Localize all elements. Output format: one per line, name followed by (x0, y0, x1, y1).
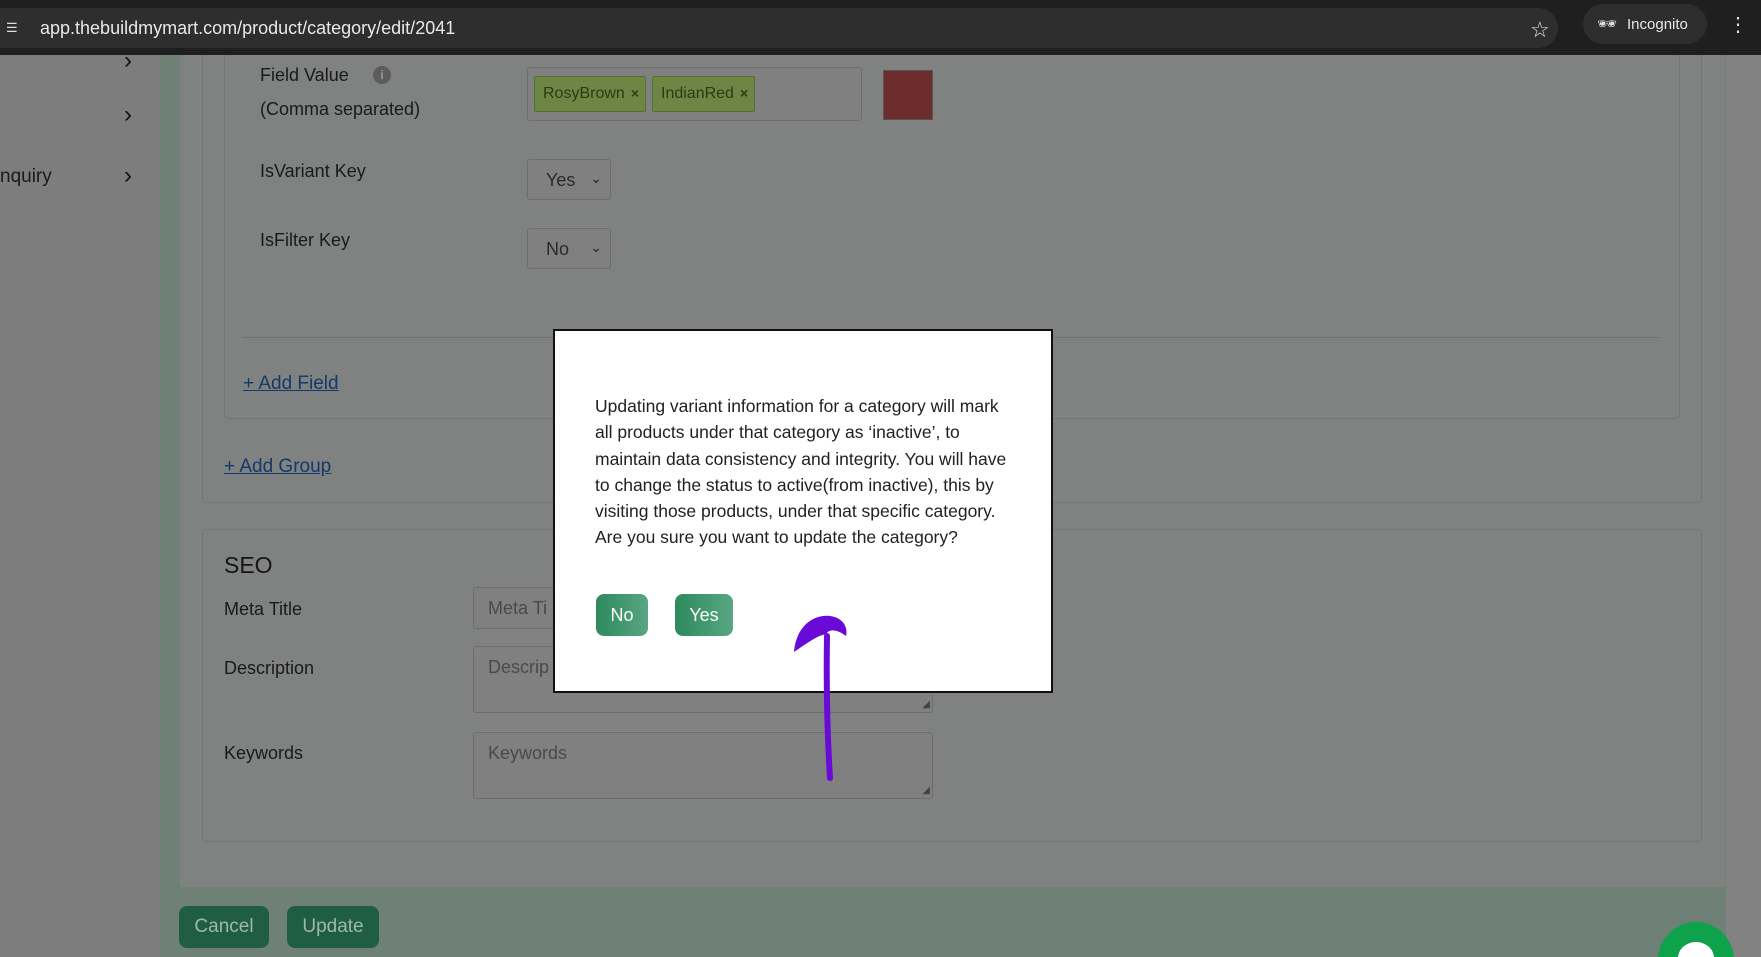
chevron-right-icon: › (124, 162, 132, 189)
color-swatch[interactable] (883, 70, 933, 120)
incognito-label: Incognito (1627, 16, 1688, 33)
tag-label: RosyBrown (543, 85, 625, 102)
page-scroll-strip (1726, 55, 1761, 957)
site-settings-icon[interactable]: ☰ (6, 21, 24, 35)
incognito-indicator[interactable]: 🕶 Incognito (1583, 4, 1707, 44)
description-placeholder: Descrip (488, 657, 550, 677)
annotation-arrow-head (794, 615, 847, 652)
is-filter-key-select[interactable]: No ⌄ (527, 228, 611, 269)
url-text[interactable]: app.thebuildmymart.com/product/category/… (40, 18, 455, 39)
dialog-no-button[interactable]: No (596, 594, 648, 636)
keywords-label: Keywords (224, 743, 304, 763)
is-variant-key-label: IsVariant Key (260, 161, 366, 181)
sidebar: › › nquiry › (0, 47, 160, 957)
is-variant-key-select[interactable]: Yes ⌄ (527, 159, 611, 200)
chevron-down-icon: ⌄ (590, 170, 602, 186)
resize-grip-icon[interactable]: ◢ (922, 785, 930, 796)
info-icon[interactable]: i (373, 66, 391, 84)
select-value: No (546, 239, 570, 259)
update-button[interactable]: Update (287, 906, 379, 948)
field-value-hint: (Comma separated) (260, 99, 421, 119)
keywords-placeholder: Keywords (488, 743, 568, 763)
keywords-textarea[interactable]: Keywords ◢ (473, 732, 933, 799)
field-value-tag-input[interactable]: RosyBrown × IndianRed × (527, 67, 862, 121)
browser-toolbar: ☰ app.thebuildmymart.com/product/categor… (0, 0, 1761, 55)
chevron-down-icon: ⌄ (590, 239, 602, 255)
sidebar-item-collapsed[interactable]: › (0, 95, 160, 135)
tag-remove-icon[interactable]: × (631, 85, 639, 101)
seo-title: SEO (224, 552, 273, 578)
address-bar[interactable]: ☰ app.thebuildmymart.com/product/categor… (0, 8, 1558, 48)
browser-menu-icon[interactable]: ⋮ (1728, 12, 1748, 37)
meta-title-placeholder: Meta Ti (488, 598, 548, 618)
tag-remove-icon[interactable]: × (740, 85, 748, 101)
incognito-icon: 🕶 (1597, 16, 1618, 33)
is-filter-key-label: IsFilter Key (260, 230, 351, 250)
sidebar-item-top[interactable]: › (0, 41, 160, 81)
dialog-message: Updating variant information for a categ… (595, 396, 1007, 548)
tag-chip[interactable]: IndianRed × (652, 76, 756, 112)
meta-title-label: Meta Title (224, 599, 303, 619)
tag-label: IndianRed (661, 85, 734, 102)
annotation-arrow (794, 615, 847, 781)
resize-grip-icon[interactable]: ◢ (922, 699, 930, 710)
dialog-yes-button[interactable]: Yes (675, 594, 733, 636)
add-group-link[interactable]: + Add Group (224, 456, 331, 478)
field-value-label: Field Value (260, 65, 349, 85)
cancel-button[interactable]: Cancel (179, 906, 269, 948)
tag-chip[interactable]: RosyBrown × (534, 76, 646, 112)
sidebar-item-label: nquiry (0, 166, 52, 187)
bookmark-star-icon[interactable]: ☆ (1530, 17, 1550, 43)
select-value: Yes (546, 170, 576, 190)
chat-icon (1678, 942, 1714, 957)
sidebar-item-enquiry[interactable]: nquiry › (0, 156, 160, 196)
chevron-right-icon: › (124, 47, 132, 74)
description-label: Description (224, 658, 315, 678)
annotation-arrow-stroke (823, 633, 833, 781)
chevron-right-icon: › (124, 101, 132, 128)
add-field-link[interactable]: + Add Field (243, 373, 339, 395)
